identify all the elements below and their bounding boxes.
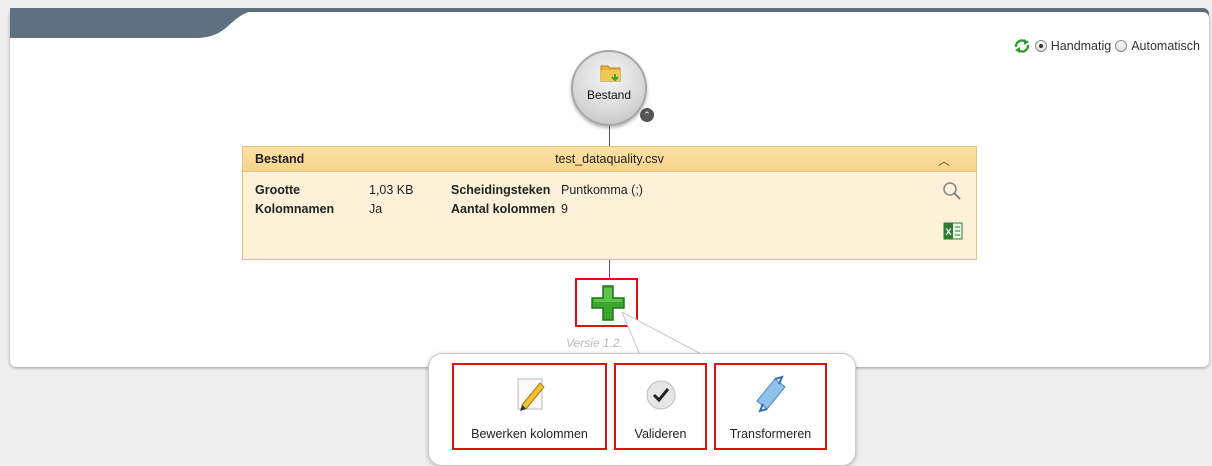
excel-icon[interactable]: X <box>943 221 963 241</box>
mode-selector: Handmatig Automatisch <box>1013 38 1200 54</box>
header-tab-curve <box>10 8 270 38</box>
popup-pointer <box>621 312 703 356</box>
radio-manual-label[interactable]: Handmatig <box>1051 39 1111 53</box>
bestand-node[interactable]: Bestand <box>571 50 647 126</box>
validate-button[interactable]: Valideren <box>614 363 707 450</box>
column-names-label: Kolomnamen <box>255 202 335 216</box>
connector-line-bottom <box>609 260 610 280</box>
connector-line-top <box>609 126 610 146</box>
svg-text:X: X <box>945 227 951 237</box>
edit-columns-button[interactable]: Bewerken kolommen <box>452 363 607 450</box>
pencil-icon <box>517 378 545 411</box>
node-label: Bestand <box>586 88 632 102</box>
file-info-grid: Grootte 1,03 KB Scheidingsteken Puntkomm… <box>255 183 681 216</box>
version-text: Versie 1.2. <box>566 336 623 350</box>
size-label: Grootte <box>255 183 301 197</box>
radio-automatic[interactable] <box>1115 40 1128 52</box>
file-info-box: Bestand test_dataquality.csv ︿ Grootte 1… <box>242 146 977 260</box>
validate-label: Valideren <box>634 427 687 441</box>
column-count-value: 9 <box>561 202 568 216</box>
checkmark-icon <box>646 380 675 410</box>
radio-automatic-label[interactable]: Automatisch <box>1131 39 1200 53</box>
file-info-header[interactable]: Bestand test_dataquality.csv ︿ <box>243 147 976 172</box>
collapse-caret-icon[interactable]: ︿ <box>938 152 950 169</box>
collapse-icon[interactable]: ⌃ <box>640 108 654 122</box>
size-value: 1,03 KB <box>369 183 414 197</box>
column-names-value: Ja <box>369 202 383 216</box>
transform-icon <box>755 375 786 413</box>
delimiter-value: Puntkomma (;) <box>561 183 643 197</box>
delimiter-label: Scheidingsteken <box>451 183 551 197</box>
transform-button[interactable]: Transformeren <box>714 363 827 450</box>
file-name: test_dataquality.csv <box>555 152 664 166</box>
folder-icon <box>600 65 621 82</box>
edit-columns-label: Bewerken kolommen <box>471 427 588 441</box>
transform-label: Transformeren <box>729 427 812 441</box>
magnifier-icon[interactable] <box>942 181 962 201</box>
refresh-icon[interactable] <box>1013 38 1031 54</box>
column-count-label: Aantal kolommen <box>451 202 556 216</box>
radio-manual[interactable] <box>1034 40 1047 52</box>
